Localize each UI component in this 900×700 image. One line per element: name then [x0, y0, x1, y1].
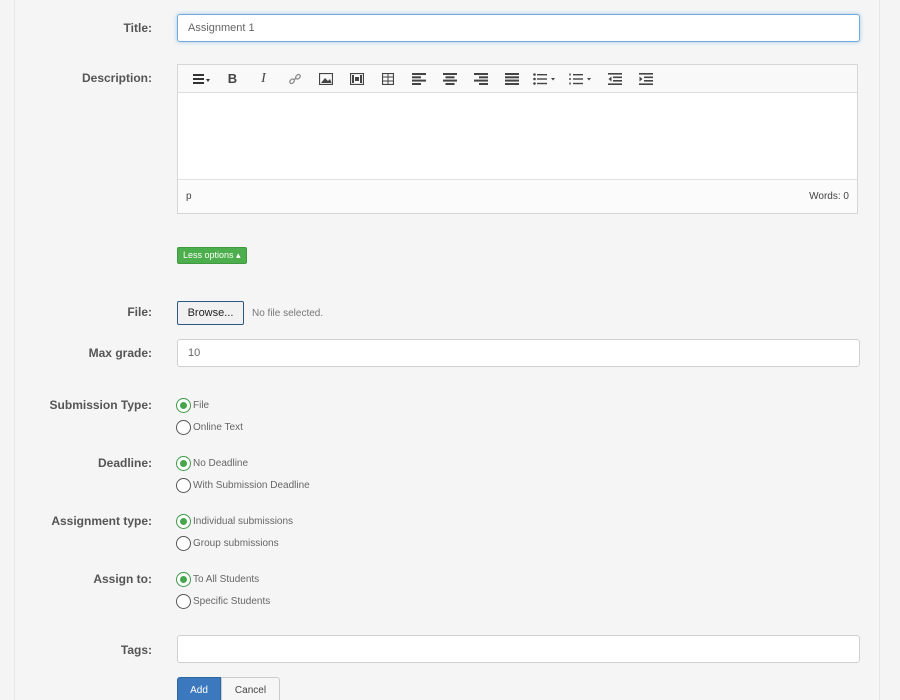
radio-option-label: File [193, 399, 210, 411]
tags-input[interactable] [177, 635, 860, 663]
submission-type-option-online-text[interactable]: Online Text [176, 416, 243, 438]
title-input[interactable] [177, 14, 860, 42]
editor-element-path[interactable]: p [186, 191, 192, 202]
max-grade-input[interactable] [177, 339, 860, 367]
radio-unchecked-icon[interactable] [176, 419, 191, 435]
indent-icon[interactable] [630, 67, 661, 91]
less-options-button[interactable]: Less options ▴ [177, 247, 247, 264]
max-grade-label: Max grade: [88, 346, 152, 360]
align-center-icon[interactable] [434, 67, 465, 91]
add-button[interactable]: Add [177, 677, 221, 700]
assignment-type-label: Assignment type: [51, 514, 152, 528]
radio-option-label: With Submission Deadline [193, 479, 310, 491]
radio-option-label: Online Text [193, 421, 243, 433]
tags-label: Tags: [120, 643, 152, 657]
editor-statusbar: p Words: 0 [178, 180, 857, 213]
bold-icon-glyph: B [227, 71, 238, 86]
radio-option-label: Group submissions [193, 537, 279, 549]
link-icon[interactable] [279, 67, 310, 91]
radio-unchecked-icon[interactable] [176, 477, 191, 493]
bullet-list-icon[interactable] [527, 67, 563, 91]
deadline-option-none[interactable]: No Deadline [176, 452, 310, 474]
description-label: Description: [81, 71, 152, 85]
format-icon[interactable] [186, 67, 217, 91]
editor-toolbar: B I [178, 65, 857, 93]
assignment-type-radio-group: Individual submissions Group submissions [176, 510, 293, 554]
radio-option-label: No Deadline [193, 457, 249, 469]
deadline-option-with-deadline[interactable]: With Submission Deadline [176, 474, 310, 496]
align-right-icon[interactable] [465, 67, 496, 91]
word-count: Words: 0 [809, 191, 849, 202]
align-justify-icon[interactable] [496, 67, 527, 91]
radio-checked-icon[interactable] [176, 571, 191, 587]
deadline-radio-group: No Deadline With Submission Deadline [176, 452, 310, 496]
assign-to-option-all[interactable]: To All Students [176, 568, 270, 590]
numbered-list-icon[interactable] [563, 67, 599, 91]
assignment-type-option-individual[interactable]: Individual submissions [176, 510, 293, 532]
radio-unchecked-icon[interactable] [176, 593, 191, 609]
form-actions: Add Cancel [177, 677, 280, 700]
outdent-icon[interactable] [599, 67, 630, 91]
bold-icon[interactable]: B [217, 67, 248, 91]
italic-icon-glyph: I [261, 70, 266, 86]
radio-option-label: To All Students [193, 573, 260, 585]
browse-button[interactable]: Browse... [177, 301, 244, 325]
assign-to-label: Assign to: [93, 572, 152, 586]
submission-type-radio-group: File Online Text [176, 394, 243, 438]
description-editor: B I p Words: 0 [177, 64, 858, 214]
table-icon[interactable] [372, 67, 403, 91]
italic-icon[interactable]: I [248, 67, 279, 91]
file-label: File: [127, 305, 152, 319]
assign-to-option-specific[interactable]: Specific Students [176, 590, 270, 612]
deadline-label: Deadline: [97, 456, 152, 470]
radio-option-label: Specific Students [193, 595, 271, 607]
radio-option-label: Individual submissions [193, 515, 294, 527]
assignment-type-option-group[interactable]: Group submissions [176, 532, 293, 554]
radio-checked-icon[interactable] [176, 397, 191, 413]
editor-content-area[interactable] [178, 93, 857, 180]
radio-checked-icon[interactable] [176, 455, 191, 471]
cancel-button[interactable]: Cancel [221, 677, 280, 700]
media-icon[interactable] [341, 67, 372, 91]
image-icon[interactable] [310, 67, 341, 91]
assign-to-radio-group: To All Students Specific Students [176, 568, 270, 612]
radio-checked-icon[interactable] [176, 513, 191, 529]
title-label: Title: [123, 21, 152, 35]
radio-unchecked-icon[interactable] [176, 535, 191, 551]
submission-type-option-file[interactable]: File [176, 394, 243, 416]
file-status: No file selected. [252, 307, 324, 319]
submission-type-label: Submission Type: [49, 398, 152, 412]
align-left-icon[interactable] [403, 67, 434, 91]
file-picker: Browse... No file selected. [177, 301, 323, 325]
